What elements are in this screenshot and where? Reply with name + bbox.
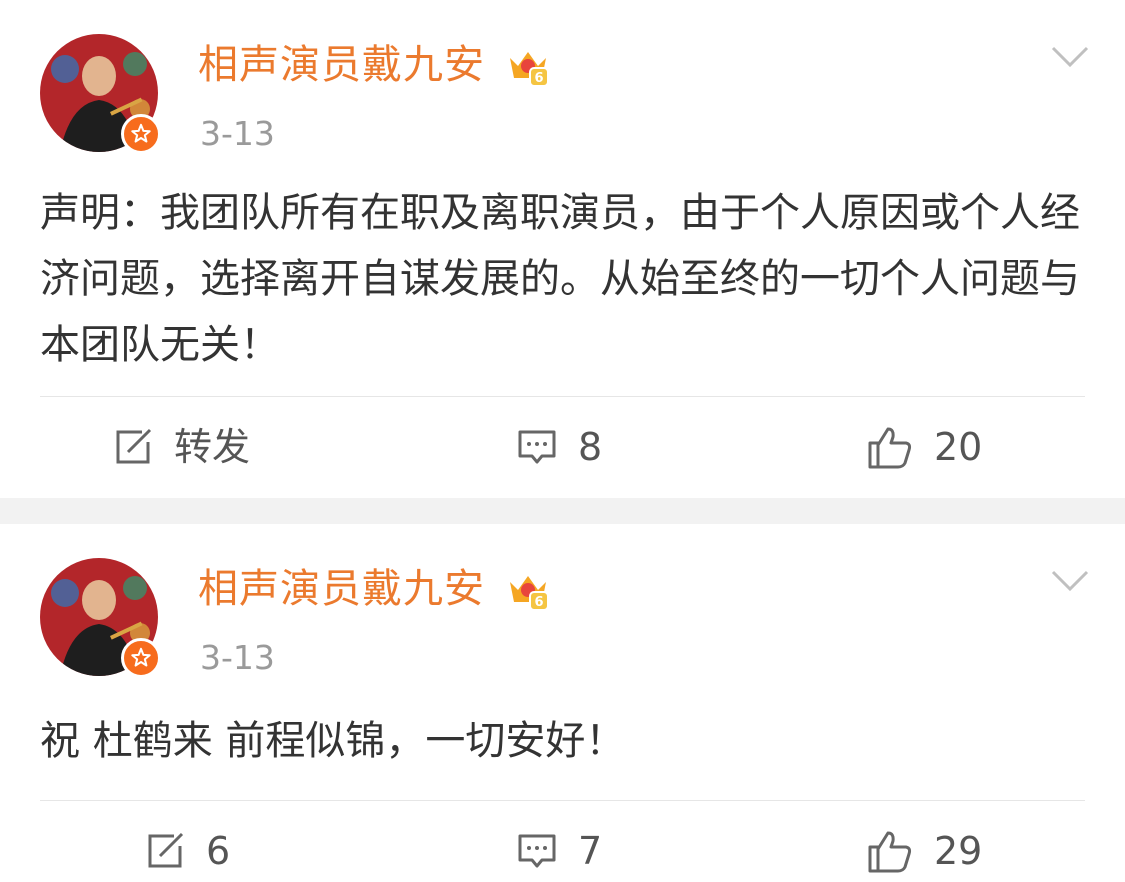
comment-button[interactable]: 8 (516, 422, 602, 472)
weibo-post: 相声演员戴九安 6 3-13 祝 杜鹤来 前程似锦，一切安好！ 6 7 29 (0, 524, 1125, 882)
thumbs-up-icon (868, 427, 912, 469)
repost-button[interactable]: 转发 (112, 422, 250, 472)
like-count: 29 (934, 829, 983, 873)
weibo-post: 相声演员戴九安 6 3-13 声明：我团队所有在职及离职演员，由于个人原因或个人… (0, 0, 1125, 498)
chevron-down-icon[interactable] (1050, 44, 1090, 74)
author-name[interactable]: 相声演员戴九安 (198, 564, 485, 614)
post-content: 声明：我团队所有在职及离职演员，由于个人原因或个人经济问题，选择离开自谋发展的。… (40, 190, 1080, 368)
divider (40, 800, 1085, 801)
comment-count: 8 (578, 425, 603, 469)
comment-count: 7 (578, 829, 603, 873)
verified-badge-icon (121, 638, 161, 678)
crown-member-icon[interactable]: 6 (506, 568, 550, 616)
chevron-down-icon[interactable] (1050, 568, 1090, 598)
repost-count: 6 (206, 829, 231, 873)
repost-label: 转发 (174, 425, 251, 469)
comment-icon (518, 834, 556, 868)
comment-icon (518, 430, 556, 464)
divider (40, 396, 1085, 397)
comment-button[interactable]: 7 (516, 826, 602, 876)
author-name[interactable]: 相声演员戴九安 (198, 40, 485, 90)
verified-badge-icon (121, 114, 161, 154)
post-date: 3-13 (200, 114, 275, 153)
crown-member-icon[interactable]: 6 (506, 44, 550, 92)
repost-button[interactable]: 6 (144, 826, 230, 876)
post-date: 3-13 (200, 638, 275, 677)
like-count: 20 (934, 425, 983, 469)
post-separator (0, 498, 1125, 524)
repost-icon (116, 428, 152, 464)
svg-text:6: 6 (534, 71, 543, 86)
repost-icon (148, 832, 184, 868)
thumbs-up-icon (868, 831, 912, 873)
like-button[interactable]: 29 (866, 826, 982, 876)
post-content: 祝 杜鹤来 前程似锦，一切安好！ (40, 718, 626, 764)
like-button[interactable]: 20 (866, 422, 982, 472)
svg-text:6: 6 (534, 595, 543, 610)
